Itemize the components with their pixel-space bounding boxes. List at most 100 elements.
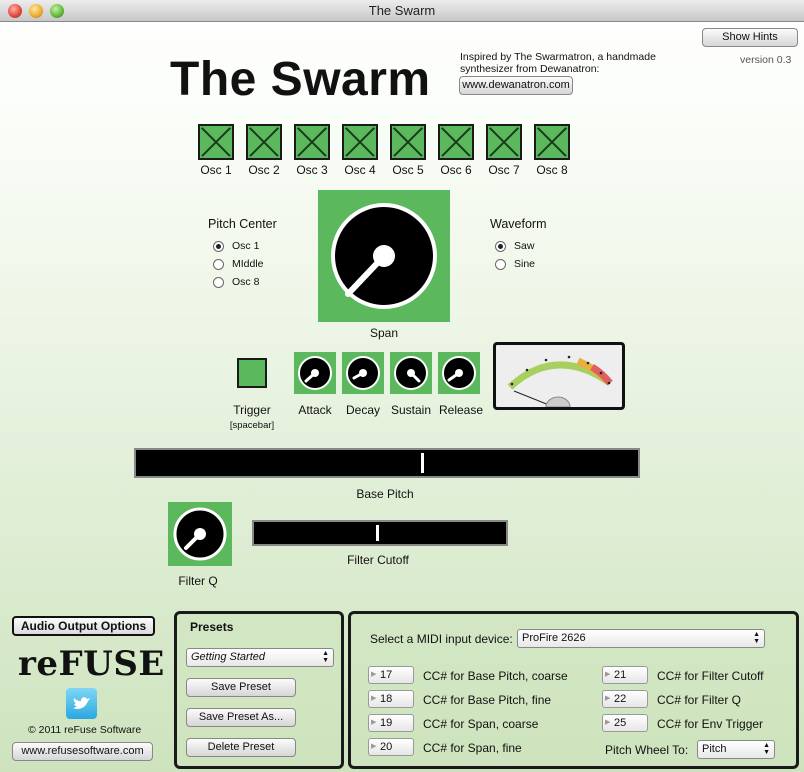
cc-base-pitch-coarse-label: CC# for Base Pitch, coarse [423, 669, 568, 683]
cc-filter-cutoff-label: CC# for Filter Cutoff [657, 669, 764, 683]
pitch-center-radio-osc8[interactable]: Osc 8 [213, 276, 259, 288]
pitch-wheel-select[interactable]: Pitch ▲ ▼ [697, 740, 775, 759]
cc-span-coarse-field[interactable]: 19 [368, 714, 414, 732]
twitter-icon[interactable] [66, 688, 97, 719]
pitch-wheel-value: Pitch [702, 743, 727, 755]
osc-label: Osc 4 [344, 163, 376, 177]
osc-checkbox[interactable] [534, 124, 570, 160]
trigger-label: Trigger [233, 403, 271, 417]
delete-preset-button[interactable]: Delete Preset [186, 738, 296, 757]
filter-q-knob[interactable] [168, 502, 232, 566]
osc-checkbox[interactable] [390, 124, 426, 160]
cc-filter-q-field[interactable]: 22 [602, 690, 648, 708]
save-preset-as-button[interactable]: Save Preset As... [186, 708, 296, 727]
osc-toggle-6[interactable]: Osc 6 [436, 124, 476, 177]
span-knob[interactable] [318, 190, 450, 322]
trigger-button[interactable] [237, 358, 267, 388]
radio-button[interactable] [495, 240, 506, 252]
audio-output-options-button[interactable]: Audio Output Options [12, 616, 155, 636]
dewanatron-link-button[interactable]: www.dewanatron.com [459, 76, 573, 95]
cc-span-fine-label: CC# for Span, fine [423, 741, 522, 755]
presets-title: Presets [190, 620, 234, 634]
pitch-center-radio-osc1[interactable]: Osc 1 [213, 240, 259, 252]
radio-button[interactable] [213, 240, 224, 252]
cc-span-fine-field[interactable]: 20 [368, 738, 414, 756]
cc-filter-q-label: CC# for Filter Q [657, 693, 742, 707]
decay-knob-panel [342, 352, 384, 394]
osc-label: Osc 1 [200, 163, 232, 177]
osc-checkbox[interactable] [246, 124, 282, 160]
show-hints-button[interactable]: Show Hints [702, 28, 798, 47]
filter-q-label: Filter Q [178, 574, 218, 588]
radio-label: MIddle [232, 258, 264, 270]
inspired-text: Inspired by The Swarmatron, a handmade s… [460, 51, 656, 75]
osc-checkbox[interactable] [438, 124, 474, 160]
midi-panel: Select a MIDI input device: ProFire 2626… [348, 611, 799, 769]
updown-arrows-icon: ▲ ▼ [763, 742, 770, 756]
attack-label: Attack [298, 403, 332, 417]
slider-thumb[interactable] [376, 525, 379, 541]
cc-base-pitch-fine-label: CC# for Base Pitch, fine [423, 693, 552, 707]
trigger-hint: [spacebar] [229, 420, 275, 431]
osc-label: Osc 5 [392, 163, 424, 177]
copyright-text: © 2011 reFuse Software [28, 724, 142, 736]
attack-knob[interactable] [294, 352, 336, 394]
meter-gauge-icon [507, 355, 613, 408]
filter-cutoff-slider[interactable] [252, 520, 508, 546]
updown-arrows-icon: ▲ ▼ [753, 631, 760, 645]
radio-label: Osc 8 [232, 276, 260, 288]
span-label: Span [369, 326, 399, 340]
osc-toggle-1[interactable]: Osc 1 [196, 124, 236, 177]
sustain-label: Sustain [390, 403, 432, 417]
attack-knob-panel [294, 352, 336, 394]
presets-panel: Presets Getting Started ▲ ▼ Save Preset S… [174, 611, 344, 769]
release-knob-panel [438, 352, 480, 394]
midi-device-select[interactable]: ProFire 2626 ▲ ▼ [517, 629, 765, 648]
decay-knob[interactable] [342, 352, 384, 394]
radio-button[interactable] [213, 276, 224, 288]
radio-label: Sine [514, 258, 536, 270]
radio-label: Saw [514, 240, 535, 252]
release-knob[interactable] [438, 352, 480, 394]
sustain-knob[interactable] [390, 352, 432, 394]
osc-checkbox[interactable] [294, 124, 330, 160]
osc-toggle-2[interactable]: Osc 2 [244, 124, 284, 177]
radio-button[interactable] [495, 258, 506, 270]
window-title: The Swarm [368, 3, 436, 18]
release-label: Release [438, 403, 484, 417]
waveform-radio-saw[interactable]: Saw [495, 240, 534, 252]
osc-toggle-7[interactable]: Osc 7 [484, 124, 524, 177]
base-pitch-label: Base Pitch [356, 487, 414, 501]
pitch-center-label: Pitch Center [208, 217, 277, 231]
refuse-logo: reFUSE [18, 644, 165, 684]
preset-select[interactable]: Getting Started ▲ ▼ [186, 648, 334, 667]
cc-filter-cutoff-field[interactable]: 21 [602, 666, 648, 684]
osc-label: Osc 2 [248, 163, 280, 177]
osc-checkbox[interactable] [342, 124, 378, 160]
osc-checkbox[interactable] [486, 124, 522, 160]
save-preset-button[interactable]: Save Preset [186, 678, 296, 697]
span-knob-panel [318, 190, 450, 322]
osc-toggle-3[interactable]: Osc 3 [292, 124, 332, 177]
cc-base-pitch-coarse-field[interactable]: 17 [368, 666, 414, 684]
cc-base-pitch-fine-field[interactable]: 18 [368, 690, 414, 708]
cc-env-trigger-field[interactable]: 25 [602, 714, 648, 732]
base-pitch-slider[interactable] [134, 448, 640, 478]
window-titlebar: The Swarm [0, 0, 804, 22]
slider-thumb[interactable] [421, 453, 424, 473]
pitch-wheel-label: Pitch Wheel To: [605, 743, 689, 757]
osc-checkbox[interactable] [198, 124, 234, 160]
cc-env-trigger-label: CC# for Env Trigger [657, 717, 764, 731]
osc-label: Osc 3 [296, 163, 328, 177]
radio-button[interactable] [213, 258, 224, 270]
osc-toggle-5[interactable]: Osc 5 [388, 124, 428, 177]
decay-label: Decay [345, 403, 380, 417]
osc-toggle-8[interactable]: Osc 8 [532, 124, 572, 177]
osc-toggle-4[interactable]: Osc 4 [340, 124, 380, 177]
waveform-radio-sine[interactable]: Sine [495, 258, 535, 270]
osc-label: Osc 7 [488, 163, 520, 177]
midi-device-value: ProFire 2626 [522, 632, 586, 644]
refuse-website-button[interactable]: www.refusesoftware.com [12, 742, 153, 761]
pitch-center-radio-middle[interactable]: MIddle [213, 258, 264, 270]
radio-label: Osc 1 [232, 240, 260, 252]
